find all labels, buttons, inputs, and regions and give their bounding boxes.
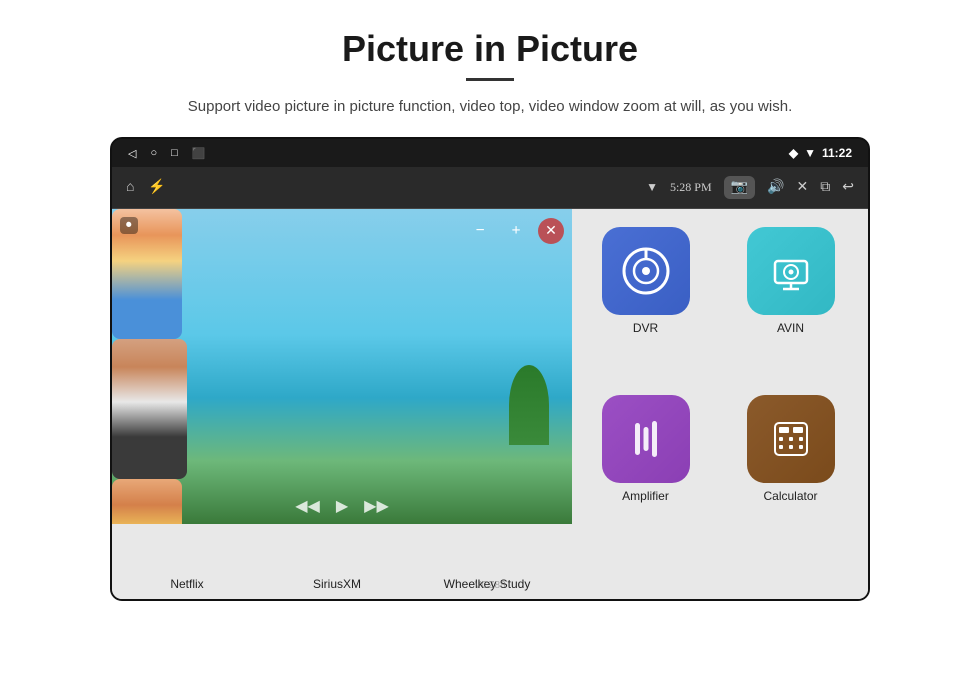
status-bar-left: ◁ ○ □ ⬛: [128, 147, 205, 160]
video-content: [112, 209, 572, 524]
dvr-svg: [620, 245, 672, 297]
nav-bar-left: ⌂ ⚡: [126, 179, 166, 196]
nav-bar: ⌂ ⚡ ▼ 5:28 PM 📷 🔊 ✕ ⧉ ↩: [112, 167, 868, 209]
avin-label: AVIN: [777, 321, 804, 335]
pip-plus-button[interactable]: +: [502, 217, 530, 245]
pip-play-button[interactable]: ▶: [336, 496, 348, 516]
wifi-nav-icon: ▼: [646, 180, 658, 195]
usb-icon[interactable]: ⚡: [148, 179, 165, 196]
device-frame: ◁ ○ □ ⬛ ◆ ▼ 11:22 ⌂ ⚡ ▼ 5:28 PM 📷 🔊: [110, 137, 870, 601]
page-subtitle: Support video picture in picture functio…: [188, 95, 792, 119]
calculator-svg: [765, 413, 817, 465]
square-icon[interactable]: □: [171, 147, 178, 159]
calculator-app-item[interactable]: Calculator: [723, 387, 858, 545]
camera-button[interactable]: 📷: [724, 176, 755, 199]
netflix-app-item[interactable]: Netflix: [112, 577, 262, 591]
amplifier-app-item[interactable]: Amplifier: [578, 387, 713, 545]
pip-video-overlay[interactable]: ⏺ − + ✕ ◀◀ ▶ ▶▶: [112, 209, 572, 524]
title-divider: [466, 78, 514, 81]
dvr-label: DVR: [633, 321, 658, 335]
pip-close-button[interactable]: ✕: [538, 218, 564, 244]
close-box-icon[interactable]: ✕: [797, 179, 809, 196]
avin-app-item[interactable]: AVIN: [723, 219, 858, 377]
amplifier-icon: [602, 395, 690, 483]
siriusxm-app-item[interactable]: SiriusXM: [262, 577, 412, 591]
avin-svg: [765, 245, 817, 297]
location-icon: ◆: [789, 146, 798, 160]
calculator-label: Calculator: [763, 489, 817, 503]
status-bar: ◁ ○ □ ⬛ ◆ ▼ 11:22: [112, 139, 868, 167]
volume-icon[interactable]: 🔊: [767, 179, 784, 196]
clock-display: 11:22: [822, 146, 852, 160]
nav-bar-right: ▼ 5:28 PM 📷 🔊 ✕ ⧉ ↩: [646, 176, 854, 199]
dvr-app-item[interactable]: DVR: [578, 219, 713, 377]
amplifier-svg: [620, 413, 672, 465]
main-area: ⏺ − + ✕ ◀◀ ▶ ▶▶ Netflix: [112, 209, 868, 599]
calculator-icon: [747, 395, 835, 483]
app-grid: DVR AVIN: [568, 209, 868, 599]
page-wrapper: Picture in Picture Support video picture…: [0, 0, 980, 698]
pip-rewind-button[interactable]: ◀◀: [295, 496, 320, 516]
pip-forward-button[interactable]: ▶▶: [364, 496, 389, 516]
video-tree: [509, 365, 549, 445]
watermark: VCZ88: [474, 580, 505, 591]
pip-record-icon: ⏺: [126, 219, 132, 232]
amplifier-label: Amplifier: [622, 489, 669, 503]
avin-icon: [747, 227, 835, 315]
bookmark-icon[interactable]: ⬛: [192, 147, 206, 160]
video-person-3: [112, 479, 182, 524]
netflix-label: Netflix: [170, 577, 203, 591]
siriusxm-label: SiriusXM: [313, 577, 361, 591]
home-icon[interactable]: ⌂: [126, 180, 134, 196]
back-icon[interactable]: ◁: [128, 147, 136, 160]
video-person-2: [112, 339, 187, 479]
circle-icon[interactable]: ○: [150, 147, 157, 159]
time-display: 5:28 PM: [670, 180, 712, 195]
status-bar-right: ◆ ▼ 11:22: [789, 146, 852, 160]
pip-minus-button[interactable]: −: [466, 217, 494, 245]
back-nav-icon[interactable]: ↩: [842, 179, 854, 196]
pip-box-icon[interactable]: ⧉: [820, 180, 830, 196]
wifi-icon: ▼: [804, 146, 816, 160]
pip-controls: − + ✕: [466, 217, 564, 245]
pip-bottom-controls: ◀◀ ▶ ▶▶: [295, 496, 389, 516]
pip-top-bar: ⏺: [120, 217, 138, 234]
page-title: Picture in Picture: [342, 28, 638, 70]
dvr-icon: [602, 227, 690, 315]
